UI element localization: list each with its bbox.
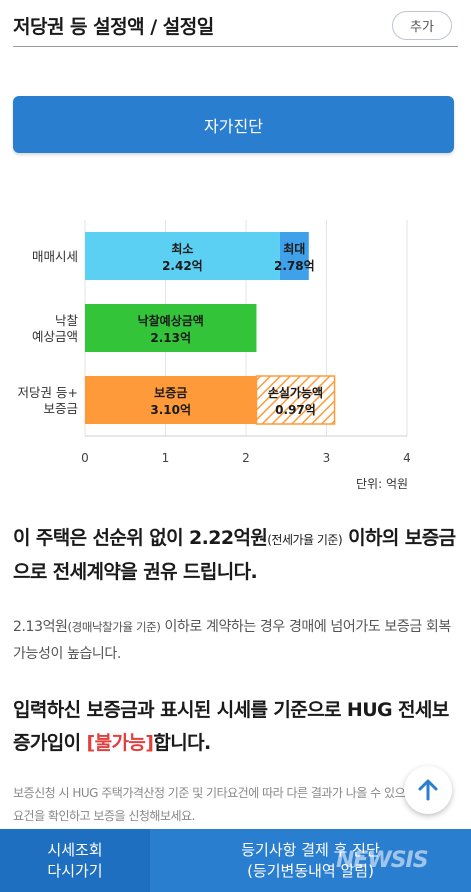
bar-label: 최소 [171,241,193,256]
arrow-up-icon [418,779,438,801]
hug-prefix: 입력하신 보증금과 표시된 시세를 기준으로 HUG 전세보증가입이 [13,699,449,754]
x-tick-label: 4 [403,451,411,465]
recheck-price-button[interactable]: 시세조회 다시가기 [0,829,150,892]
hug-status-badge: [불가능] [86,732,154,754]
recommendation-text: 이 주택은 선순위 없이 2.22억원(전세가율 기준) 이하의 보증금으로 전… [13,522,461,588]
x-tick-label: 0 [81,451,89,465]
bar-label: 보증금 [154,386,187,400]
scroll-top-button[interactable] [404,766,452,814]
bar-value-label: 3.10억 [150,403,191,417]
add-button[interactable]: 추가 [392,11,452,40]
bar-label: 최대 [283,241,305,256]
header: 저당권 등 설정액 / 설정일 추가 [0,0,471,48]
auction-info-text: 2.13억원(경매낙찰가율 기준) 이하로 계약하는 경우 경매에 넘어가도 보… [13,614,461,668]
category-label: 보증금 [43,401,78,416]
watermark-logo: NEWSIS [336,848,429,873]
hug-suffix: 합니다. [153,732,211,754]
bar-value-label: 2.13억 [150,331,191,345]
category-label: 예상금액 [32,329,78,344]
hug-status-text: 입력하신 보증금과 표시된 시세를 기준으로 HUG 전세보증가입이 [불가능]… [13,694,461,760]
bar-value-label: 0.97억 [275,403,316,417]
recheck-line2: 다시가기 [47,861,103,880]
recommendation-prefix: 이 주택은 선순위 없이 2.22억원 [13,527,268,549]
x-tick-label: 1 [162,451,170,465]
bar-label: 손실가능액 [268,385,323,400]
x-tick-label: 2 [242,451,250,465]
risk-chart: 0 1 2 3 4 매매시세 낙찰 예상금액 저당권 등+ 보증금 최소 2.42억 최대 2.78억 낙찰… [0,200,471,500]
auction-amount: 2.13억원 [13,619,68,635]
recommendation-note: (전세가율 기준) [267,533,343,547]
category-label: 매매시세 [32,249,78,264]
bar-value-label: 2.78억 [274,259,315,273]
x-tick-label: 3 [323,451,331,465]
category-label: 저당권 등+ [18,385,78,400]
auction-note: (경매낙찰가율 기준) [67,620,161,634]
category-label: 낙찰 [55,313,79,328]
chart-unit-label: 단위: 억원 [356,477,409,491]
chart-svg: 0 1 2 3 4매매시세낙찰예상금액저당권 등+보증금최소2.42억최대2.78억낙찰… [18,220,411,465]
recheck-line1: 시세조회 [47,840,103,859]
self-diagnosis-button[interactable]: 자가진단 [13,96,454,153]
header-divider [13,46,458,47]
page-title: 저당권 등 설정액 / 설정일 [13,16,214,38]
bar-label: 낙찰예상금액 [138,313,204,328]
guarantee-note: 보증신청 시 HUG 주택가격산정 기준 및 기타요건에 따라 다른 결과가 나… [13,786,441,823]
bar-value-label: 2.42억 [162,259,203,273]
